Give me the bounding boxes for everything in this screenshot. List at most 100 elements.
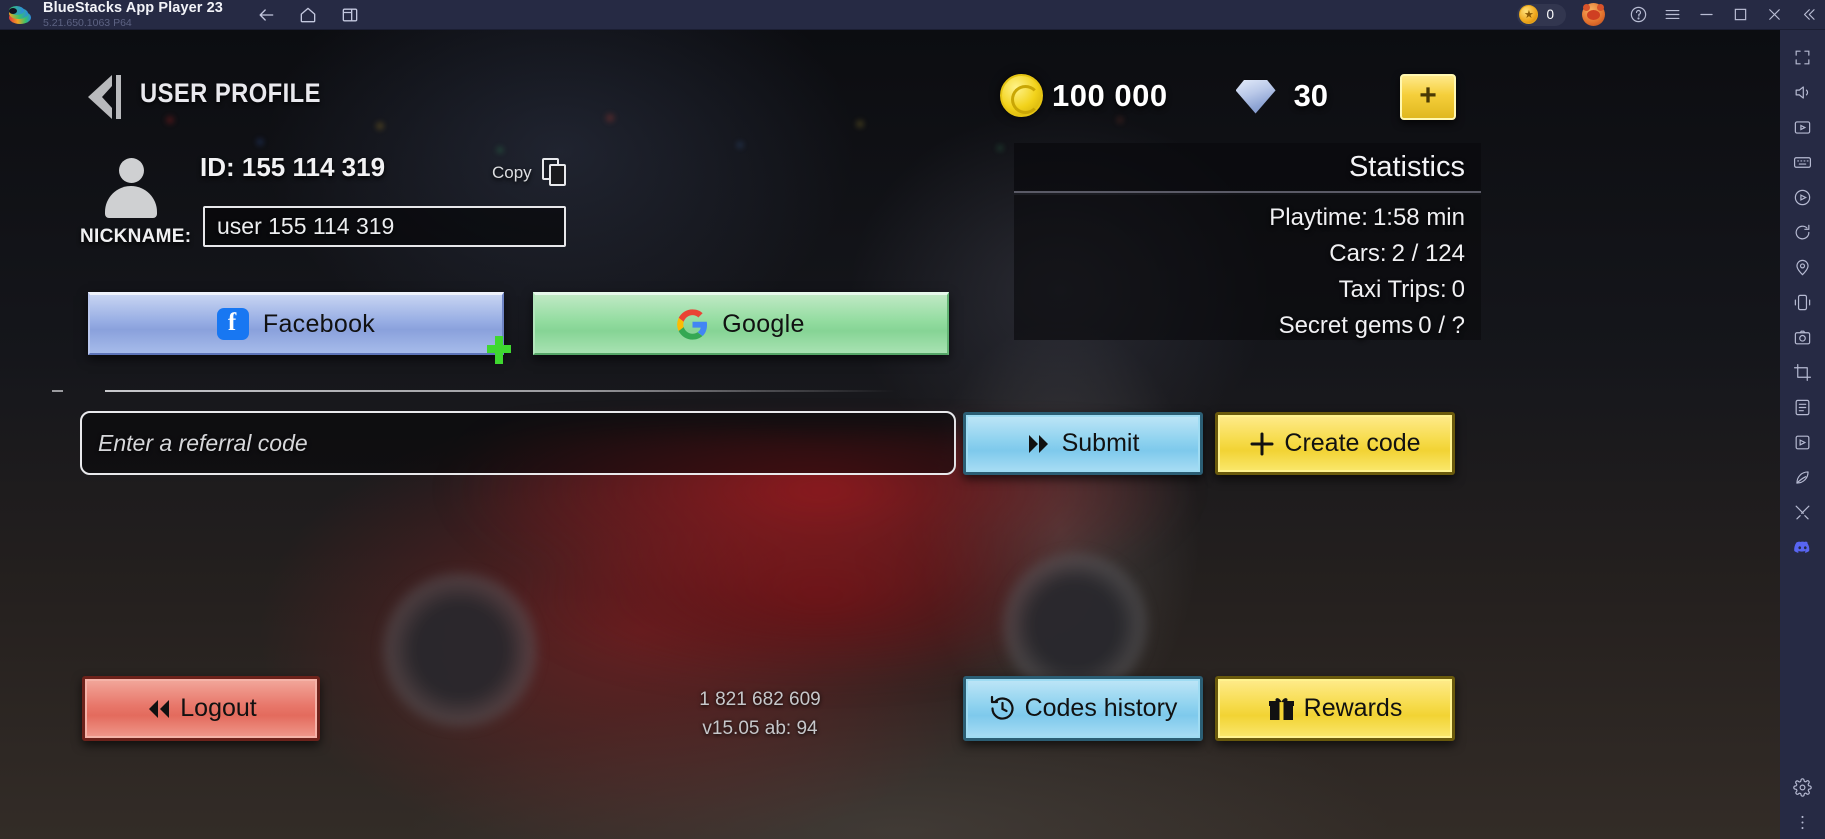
page-title: USER PROFILE <box>140 78 321 108</box>
media-icon[interactable] <box>1783 110 1823 144</box>
close-icon[interactable] <box>1757 0 1791 30</box>
stat-value: 2 / 124 <box>1391 240 1465 267</box>
rewards-label: Rewards <box>1303 694 1403 722</box>
copy-id-button[interactable]: Copy <box>492 158 568 188</box>
back-button[interactable] <box>78 72 126 122</box>
gift-icon <box>1268 696 1295 722</box>
bluestacks-coin-count: 0 <box>1546 7 1554 22</box>
coin-icon <box>1000 74 1043 117</box>
screenshot-icon[interactable] <box>1783 320 1823 354</box>
cursor-pointer-icon <box>487 336 511 364</box>
gem-icon <box>1235 79 1276 114</box>
settings-icon[interactable] <box>1783 770 1823 804</box>
stat-label: Cars: <box>1329 240 1387 267</box>
minimize-icon[interactable] <box>1689 0 1723 30</box>
google-login-button[interactable]: Google <box>533 292 949 355</box>
titlebar-right-group: ★ 0 <box>1517 0 1825 30</box>
bluestacks-sidebar <box>1780 30 1825 839</box>
clock-history-icon <box>989 695 1016 722</box>
more-icon[interactable] <box>1783 805 1823 839</box>
plus-icon <box>1249 431 1275 457</box>
gem-value: 30 <box>1293 77 1329 113</box>
plus-icon: + <box>1419 78 1437 112</box>
nickname-value: user 155 114 319 <box>217 213 395 239</box>
statistics-header: Statistics <box>1014 143 1481 193</box>
nickname-label: NICKNAME: <box>80 226 192 247</box>
rewards-button[interactable]: Rewards <box>1215 676 1455 741</box>
statistics-title: Statistics <box>1348 150 1465 183</box>
trim-icon[interactable] <box>1783 495 1823 529</box>
create-code-label: Create code <box>1284 429 1421 457</box>
build-number: 1 821 682 609 <box>699 689 821 710</box>
bluestacks-logo-icon <box>9 5 31 25</box>
home-icon[interactable] <box>297 4 319 26</box>
referral-code-placeholder: Enter a referral code <box>98 429 308 456</box>
collapse-icon[interactable] <box>1791 0 1825 30</box>
section-divider <box>105 390 895 392</box>
menu-icon[interactable] <box>1655 0 1689 30</box>
statistics-panel: Statistics Playtime: 1:58 min Cars: 2 / 12… <box>1014 143 1481 340</box>
build-version: v15.05 ab: 94 <box>702 718 818 740</box>
volume-icon[interactable] <box>1783 75 1823 109</box>
codes-history-button[interactable]: Codes history <box>963 676 1203 741</box>
google-icon <box>677 308 708 340</box>
create-code-button[interactable]: Create code <box>1215 412 1455 475</box>
submit-button[interactable]: Submit <box>963 412 1203 475</box>
facebook-login-button[interactable]: Facebook <box>88 292 504 355</box>
stat-row-taxi-trips: Taxi Trips: 0 <box>1014 272 1465 308</box>
bluestacks-coin-pill[interactable]: ★ 0 <box>1517 3 1566 26</box>
double-chevron-right-icon <box>1027 432 1053 456</box>
currency-bar: 100 000 30 <box>1000 74 1328 117</box>
google-label: Google <box>722 309 805 338</box>
facebook-label: Facebook <box>262 309 376 338</box>
maximize-icon[interactable] <box>1723 0 1757 30</box>
stat-row-secret-gems: Secret gems 0 / ? <box>1014 308 1465 344</box>
stat-row-cars: Cars: 2 / 124 <box>1014 236 1465 272</box>
divider-dash <box>52 390 63 392</box>
copy-label: Copy <box>492 163 532 182</box>
location-icon[interactable] <box>1783 250 1823 284</box>
stat-label: Secret gems <box>1278 312 1414 339</box>
nickname-input[interactable]: user 155 114 319 <box>203 206 566 247</box>
bluestacks-titlebar: BlueStacks App Player 23 5.21.650.1063 P… <box>0 0 1825 30</box>
record-icon[interactable] <box>1783 180 1823 214</box>
logout-button[interactable]: Logout <box>82 676 320 741</box>
game-viewport: USER PROFILE 100 000 30 + NICKNAME: ID: … <box>0 30 1780 839</box>
build-info: 1 821 682 609 v15.05 ab: 94 <box>640 685 880 744</box>
double-chevron-left-icon <box>145 697 171 721</box>
avatar <box>100 158 162 220</box>
macro-icon[interactable] <box>1783 425 1823 459</box>
eco-mode-icon[interactable] <box>1783 460 1823 494</box>
stat-label: Taxi Trips: <box>1338 276 1447 303</box>
stat-value: 0 <box>1451 276 1465 303</box>
rotate-icon[interactable] <box>1783 215 1823 249</box>
codes-history-label: Codes history <box>1024 694 1178 722</box>
keyboard-controls-icon[interactable] <box>1783 145 1823 179</box>
shake-icon[interactable] <box>1783 285 1823 319</box>
submit-label: Submit <box>1061 429 1140 457</box>
user-id-text: ID: 155 114 319 <box>200 152 386 182</box>
back-arrow-icon <box>88 75 121 119</box>
add-currency-button[interactable]: + <box>1400 74 1456 120</box>
statistics-body: Playtime: 1:58 min Cars: 2 / 124 Taxi Trip… <box>1014 195 1481 340</box>
titlebar-nav-icons <box>255 4 361 26</box>
app-version: 5.21.650.1063 P64 <box>43 16 132 29</box>
logout-label: Logout <box>180 694 257 722</box>
stat-value: 0 / ? <box>1418 312 1465 339</box>
stat-row-playtime: Playtime: 1:58 min <box>1014 200 1465 236</box>
help-icon[interactable] <box>1621 0 1655 30</box>
stat-label: Playtime: <box>1269 204 1368 231</box>
bear-avatar-icon[interactable] <box>1582 3 1605 26</box>
referral-code-input[interactable]: Enter a referral code <box>80 411 956 475</box>
discord-icon[interactable] <box>1783 530 1823 564</box>
copy-icon <box>541 158 568 188</box>
stat-value: 1:58 min <box>1372 204 1465 231</box>
fullscreen-icon[interactable] <box>1783 40 1823 74</box>
crop-icon[interactable] <box>1783 355 1823 389</box>
app-title: BlueStacks App Player 23 <box>43 0 223 16</box>
back-arrow-icon[interactable] <box>255 4 277 26</box>
script-icon[interactable] <box>1783 390 1823 424</box>
multi-instance-icon[interactable] <box>339 4 361 26</box>
facebook-icon <box>216 308 249 340</box>
coin-value: 100 000 <box>1052 77 1168 113</box>
